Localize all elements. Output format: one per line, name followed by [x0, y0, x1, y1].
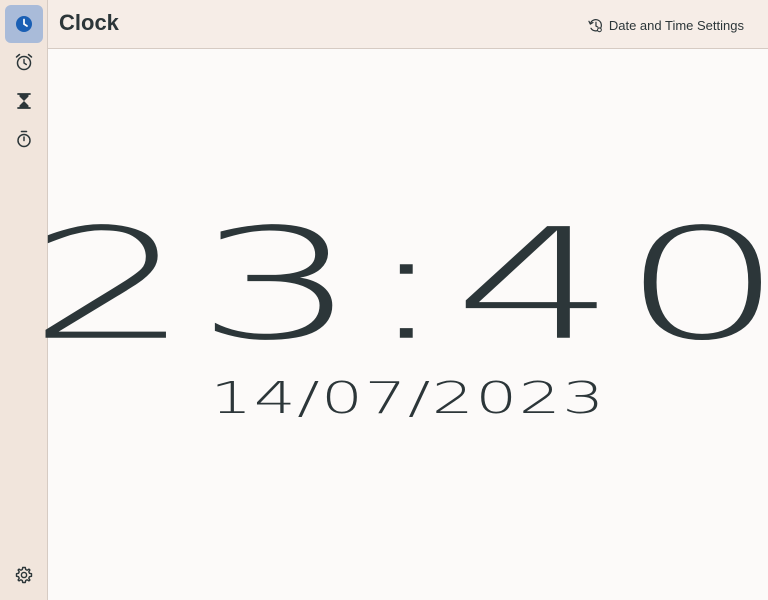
sidebar-item-timer[interactable] — [5, 82, 43, 120]
date-time-settings-label: Date and Time Settings — [608, 17, 744, 33]
sidebar-settings-button[interactable] — [5, 556, 43, 594]
clock-icon — [16, 16, 32, 32]
hourglass-icon — [17, 93, 31, 109]
clock-main: 23:40 14/07/2023 — [28, 49, 768, 600]
alarm-icon — [15, 53, 33, 71]
page-title: Clock — [59, 10, 119, 35]
sidebar-item-stopwatch[interactable] — [5, 120, 43, 158]
date-time-settings-button[interactable]: Date and Time Settings — [588, 15, 744, 35]
sidebar-item-clock[interactable] — [5, 5, 43, 43]
current-date: 14/07/2023 — [210, 373, 606, 424]
gear-icon — [15, 566, 33, 584]
stopwatch-icon — [17, 130, 31, 148]
current-time: 23:40 — [27, 196, 768, 375]
clock-settings-icon — [588, 18, 602, 32]
header-bar: Clock Date and Time Settings — [48, 0, 768, 49]
sidebar-item-alarm[interactable] — [5, 43, 43, 81]
